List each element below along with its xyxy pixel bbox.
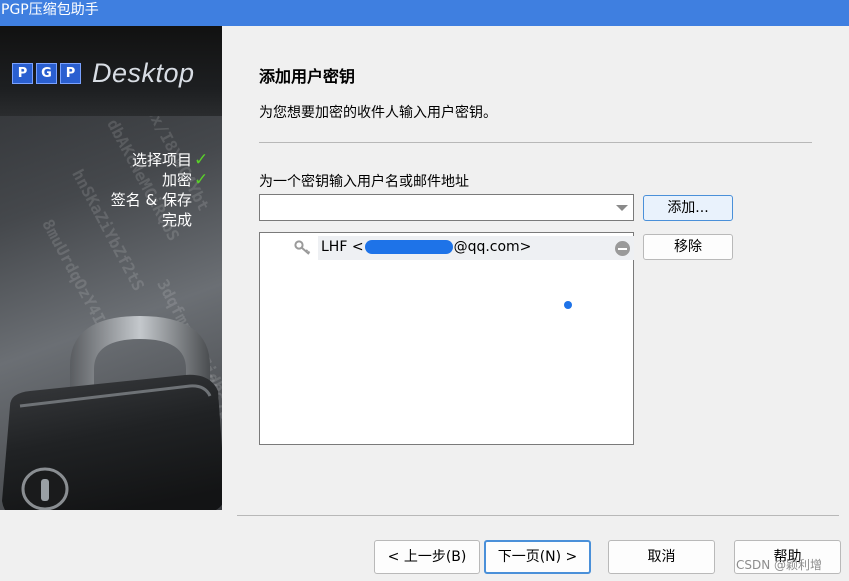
add-key-button[interactable]: 添加...	[643, 195, 733, 221]
window-titlebar: PGP压缩包助手	[0, 0, 849, 26]
wizard-content: 添加用户密钥 为您想要加密的收件人输入用户密钥。 为一个密钥输入用户名或邮件地址…	[222, 26, 849, 581]
logo-letter: G	[36, 63, 57, 84]
recipient-key-list[interactable]: LHF < @qq.com>	[259, 232, 634, 445]
minus-circle-icon[interactable]	[615, 241, 630, 256]
page-description: 为您想要加密的收件人输入用户密钥。	[259, 105, 497, 121]
step-label: 签名 & 保存	[110, 191, 192, 209]
divider	[237, 515, 839, 516]
page-title: 添加用户密钥	[259, 67, 356, 86]
remove-key-button[interactable]: 移除	[643, 234, 733, 260]
recipient-name: LHF <	[321, 239, 364, 255]
checkmark-icon: ✓	[194, 170, 209, 190]
sidebar-header: P G P Desktop	[0, 26, 222, 116]
step-label: 完成	[161, 211, 192, 229]
step-done: 完成	[111, 210, 208, 230]
recipient-email-suffix: @qq.com>	[453, 239, 532, 255]
redaction-mark	[364, 240, 453, 254]
chevron-down-icon[interactable]	[616, 205, 628, 211]
key-input-label: 为一个密钥输入用户名或邮件地址	[259, 174, 469, 190]
checkmark-icon: ✓	[194, 150, 209, 170]
logo-letter: P	[12, 63, 33, 84]
next-button[interactable]: 下一页(N) >	[484, 540, 591, 574]
key-icon	[294, 240, 311, 255]
logo-product-name: Desktop	[92, 58, 195, 88]
divider	[259, 142, 812, 143]
recipient-label: LHF < @qq.com>	[321, 239, 531, 255]
step-label: 加密	[161, 171, 192, 189]
marker-dot	[564, 301, 572, 309]
key-search-combobox[interactable]	[259, 194, 634, 221]
step-sign-save: 签名 & 保存	[111, 190, 208, 210]
padlock-icon	[2, 316, 222, 510]
step-encrypt: 加密 ✓	[111, 170, 208, 190]
csdn-watermark: CSDN @颖利增	[736, 558, 823, 572]
window-title: PGP压缩包助手	[1, 2, 99, 18]
pgp-desktop-logo: P G P Desktop	[12, 58, 195, 89]
back-button[interactable]: < 上一步(B)	[374, 540, 480, 574]
recipient-row-highlight: LHF < @qq.com>	[318, 236, 634, 260]
step-select-items: 选择项目 ✓	[111, 150, 208, 170]
list-item[interactable]: LHF < @qq.com>	[261, 236, 634, 260]
wizard-steps: 选择项目 ✓ 加密 ✓ 签名 & 保存 完成	[111, 150, 208, 230]
wizard-sidebar: L2Ux/I8XwC4Ybt dbAKcNeMCiRQbS hnSKaZiYbZ…	[0, 26, 222, 510]
cancel-button[interactable]: 取消	[608, 540, 715, 574]
logo-letter: P	[60, 63, 81, 84]
step-label: 选择项目	[131, 151, 192, 169]
